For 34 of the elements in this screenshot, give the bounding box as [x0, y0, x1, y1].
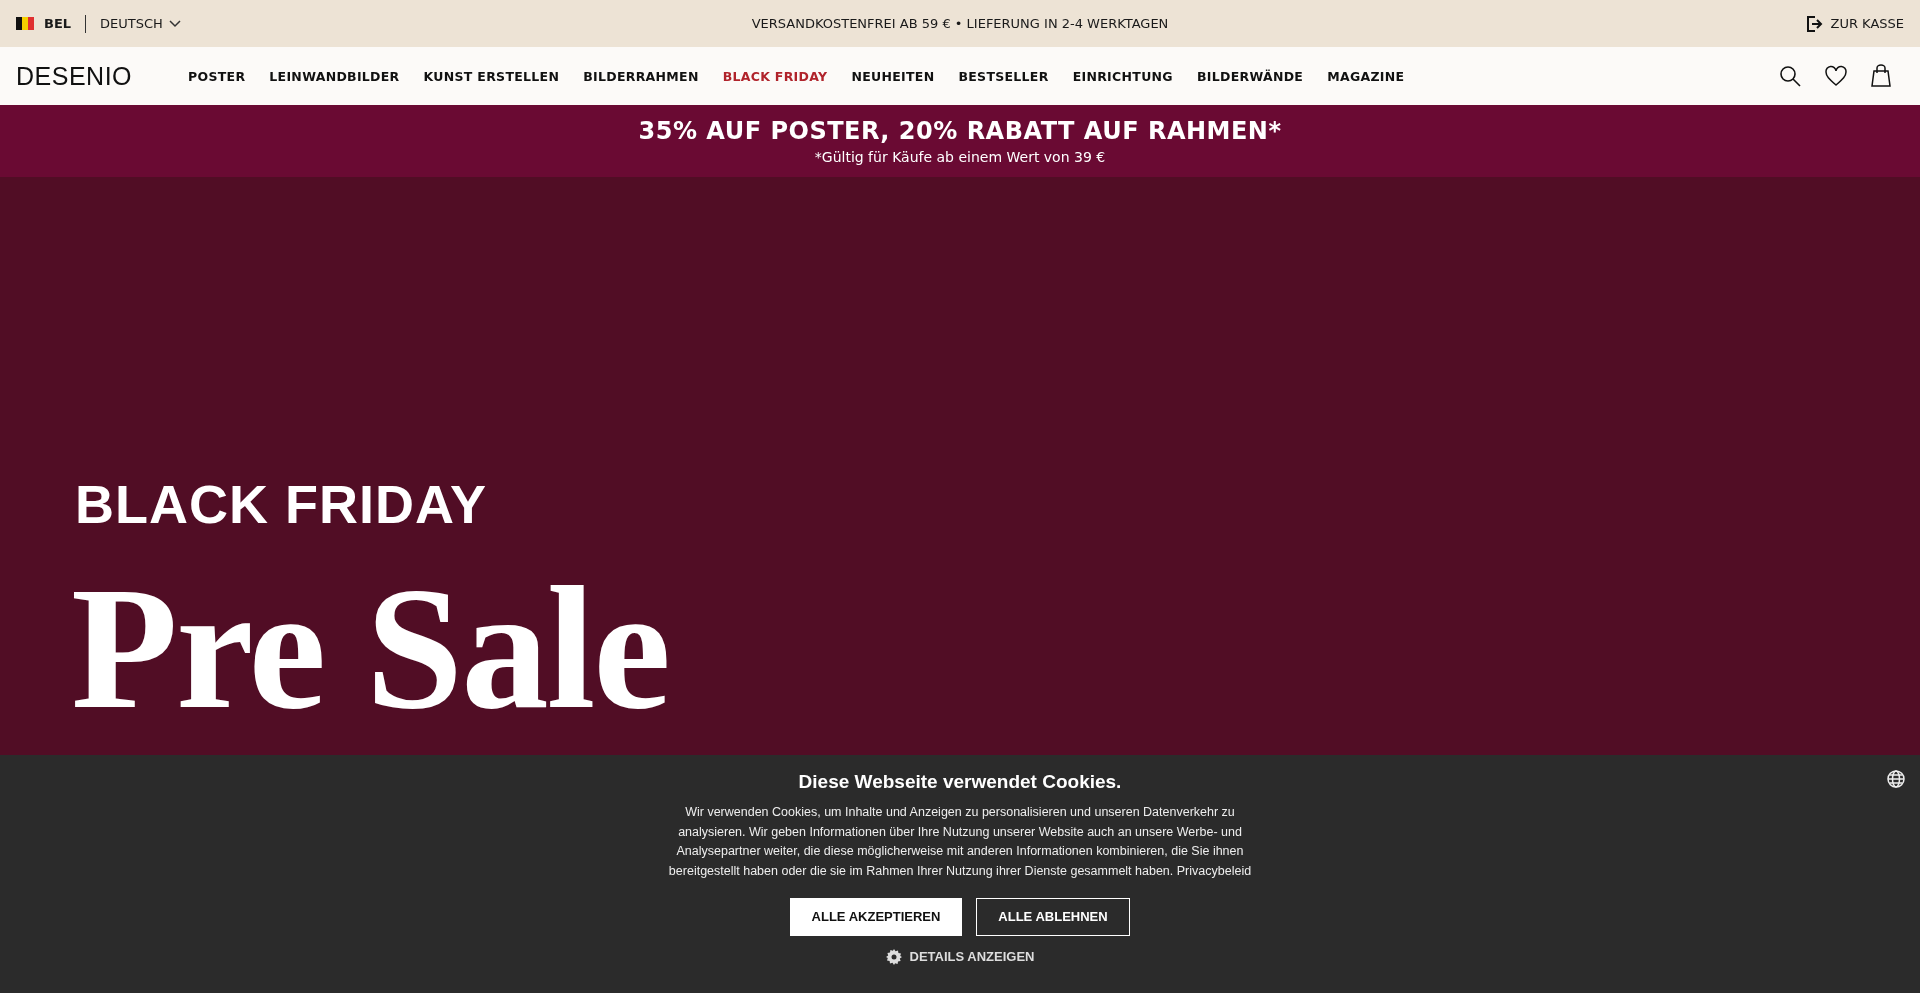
nav-link[interactable]: BILDERRAHMEN	[571, 68, 711, 84]
nav-link[interactable]: KUNST ERSTELLEN	[411, 68, 572, 84]
promo-note: *Gültig für Käufe ab einem Wert von 39 €	[814, 149, 1106, 165]
cookie-title: Diese Webseite verwendet Cookies.	[798, 771, 1122, 793]
nav-link[interactable]: POSTER	[176, 68, 258, 84]
privacy-link[interactable]: Privacybeleid	[1176, 863, 1252, 878]
nav-link[interactable]: BLACK FRIDAY	[710, 68, 840, 84]
accept-button[interactable]: ALLE AKZEPTIEREN	[790, 897, 962, 936]
hero-eyebrow: BLACK FRIDAY	[75, 473, 489, 531]
search-icon[interactable]	[1778, 64, 1802, 88]
nav-link[interactable]: EINRICHTUNG	[1060, 68, 1185, 84]
hero-title: Pre Sale	[71, 561, 669, 736]
gear-icon	[885, 948, 902, 965]
details-link[interactable]: DETAILS ANZEIGEN	[879, 947, 1041, 966]
language-selector[interactable]: DEUTSCH	[100, 16, 181, 31]
nav-link[interactable]: NEUHEITEN	[839, 68, 947, 84]
shopping-bag-icon[interactable]	[1870, 64, 1892, 88]
nav-link[interactable]: LEINWANDBILDER	[257, 68, 412, 84]
promo-headline: 35% AUF POSTER, 20% RABATT AUF RAHMEN*	[638, 117, 1282, 145]
shipping-notice: VERSANDKOSTENFREI AB 59 € • LIEFERUNG IN 2-4 WERKTAGEN	[750, 16, 1170, 31]
globe-icon[interactable]	[1886, 769, 1906, 789]
promo-banner[interactable]: 35% AUF POSTER, 20% RABATT AUF RAHMEN* *Gültig für Käufe ab einem Wert von 39 €	[0, 105, 1920, 177]
heart-icon[interactable]	[1824, 65, 1848, 87]
exit-icon	[1804, 14, 1823, 33]
nav-link[interactable]: MAGAZINE	[1315, 68, 1417, 84]
logo[interactable]: DESENIO	[16, 61, 133, 91]
reject-button[interactable]: ALLE ABLEHNEN	[976, 897, 1130, 936]
flag-icon	[16, 17, 34, 30]
country-code[interactable]: BEL	[44, 16, 72, 31]
cookie-text: Wir verwenden Cookies, um Inhalte und Anzeigen zu personalisieren und unseren Datenverkehr zu analysieren. Wir geben Informationen über Ihre Nutzung unserer Website auch an unsere Werbe- und Analysepartner weiter, die diese möglicherweise mit anderen Informationen kombinieren, die Sie ihnen bereitgestellt haben oder die sie im Rahmen Ihrer Nutzung ihrer Dienste gesammelt haben. Privacybeleid	[667, 804, 1253, 880]
chevron-icon	[168, 19, 181, 28]
nav-link[interactable]: BESTSELLER	[946, 68, 1061, 84]
checkout-link[interactable]: ZUR KASSE	[1804, 14, 1904, 33]
nav-link[interactable]: BILDERWÄNDE	[1184, 68, 1316, 84]
